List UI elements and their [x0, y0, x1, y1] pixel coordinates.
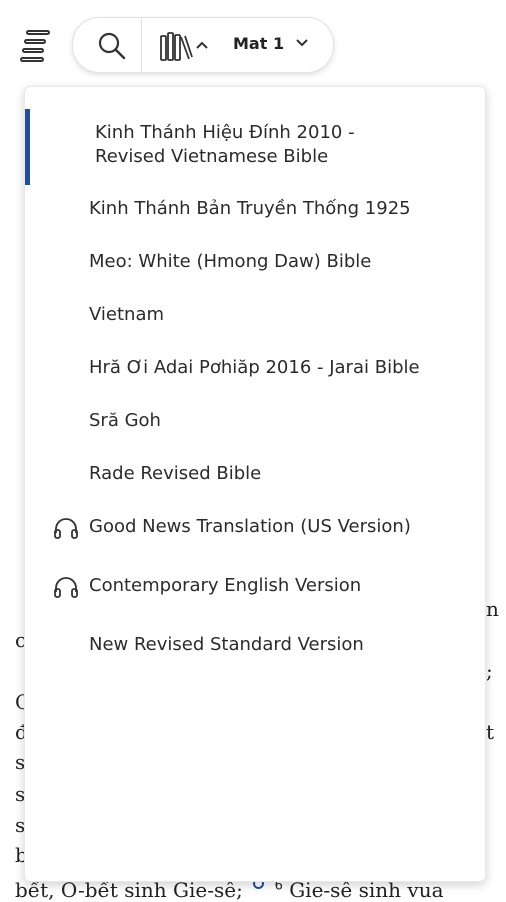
version-label: Vietnam	[89, 304, 165, 325]
version-label: Kinh Thánh Bản Truyền Thống 1925	[89, 198, 411, 219]
version-label: Good News Translation (US Version)	[89, 516, 411, 537]
reader-toolbar: Mat 1	[72, 17, 334, 73]
version-label: Meo: White (Hmong Daw) Bible	[89, 251, 372, 272]
version-label: Contemporary English Version	[89, 575, 362, 596]
toolbar-divider	[141, 18, 142, 72]
chevron-down-icon[interactable]	[295, 36, 309, 52]
version-label: Rade Revised Bible	[89, 463, 262, 484]
search-icon[interactable]	[97, 31, 127, 61]
headphones-icon	[53, 576, 79, 598]
version-label: Sră Goh	[89, 410, 161, 431]
book-chapter-selector[interactable]: Mat 1	[233, 34, 284, 53]
version-dropdown: Kinh Thánh Hiệu Đính 2010 - Revised Viet…	[24, 86, 486, 882]
selected-indicator	[25, 109, 30, 185]
chevron-up-icon[interactable]	[195, 35, 209, 54]
menu-icon[interactable]	[20, 27, 56, 63]
version-label: New Revised Standard Version	[89, 634, 364, 655]
version-label: Hră Ơi Adai Pơhiăp 2016 - Jarai Bible	[89, 357, 420, 378]
bg-right-fragment: t	[486, 720, 495, 744]
headphones-icon	[53, 517, 79, 539]
library-icon[interactable]	[159, 30, 193, 62]
version-label: Kinh Thánh Hiệu Đính 2010 - Revised Viet…	[95, 122, 355, 167]
bg-right-fragment: ;	[486, 659, 493, 683]
bg-right-fragment: n	[486, 597, 499, 621]
